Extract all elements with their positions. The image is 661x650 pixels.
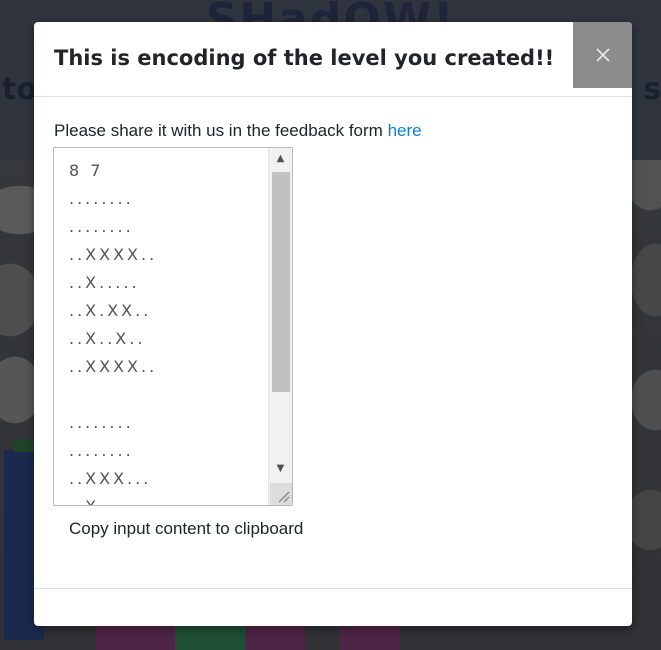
encoding-modal: This is encoding of the level you create… xyxy=(34,22,632,626)
copy-to-clipboard-button[interactable]: Copy input content to clipboard xyxy=(55,513,318,545)
encoding-textarea[interactable]: 8 7 ........ ........ ..XXXX.. ..X..... … xyxy=(53,147,293,506)
resize-grip-icon xyxy=(278,491,290,503)
scroll-down-arrow-icon[interactable]: ▼ xyxy=(269,458,292,478)
modal-header: This is encoding of the level you create… xyxy=(34,22,632,97)
textarea-scrollbar[interactable]: ▲ ▼ xyxy=(268,148,292,505)
share-instruction: Please share it with us in the feedback … xyxy=(54,121,422,141)
modal-title: This is encoding of the level you create… xyxy=(54,46,555,70)
feedback-form-link[interactable]: here xyxy=(388,121,422,140)
resize-handle[interactable] xyxy=(270,483,292,505)
close-button[interactable] xyxy=(573,22,632,88)
close-icon xyxy=(573,47,632,63)
scroll-up-arrow-icon[interactable]: ▲ xyxy=(269,148,292,168)
screen: SHadOW! to s This is encoding of the lev… xyxy=(0,0,661,650)
modal-footer xyxy=(34,588,632,626)
share-text: Please share it with us in the feedback … xyxy=(54,121,383,140)
encoding-content[interactable]: 8 7 ........ ........ ..XXXX.. ..X..... … xyxy=(69,157,157,505)
scrollbar-thumb[interactable] xyxy=(272,172,290,392)
